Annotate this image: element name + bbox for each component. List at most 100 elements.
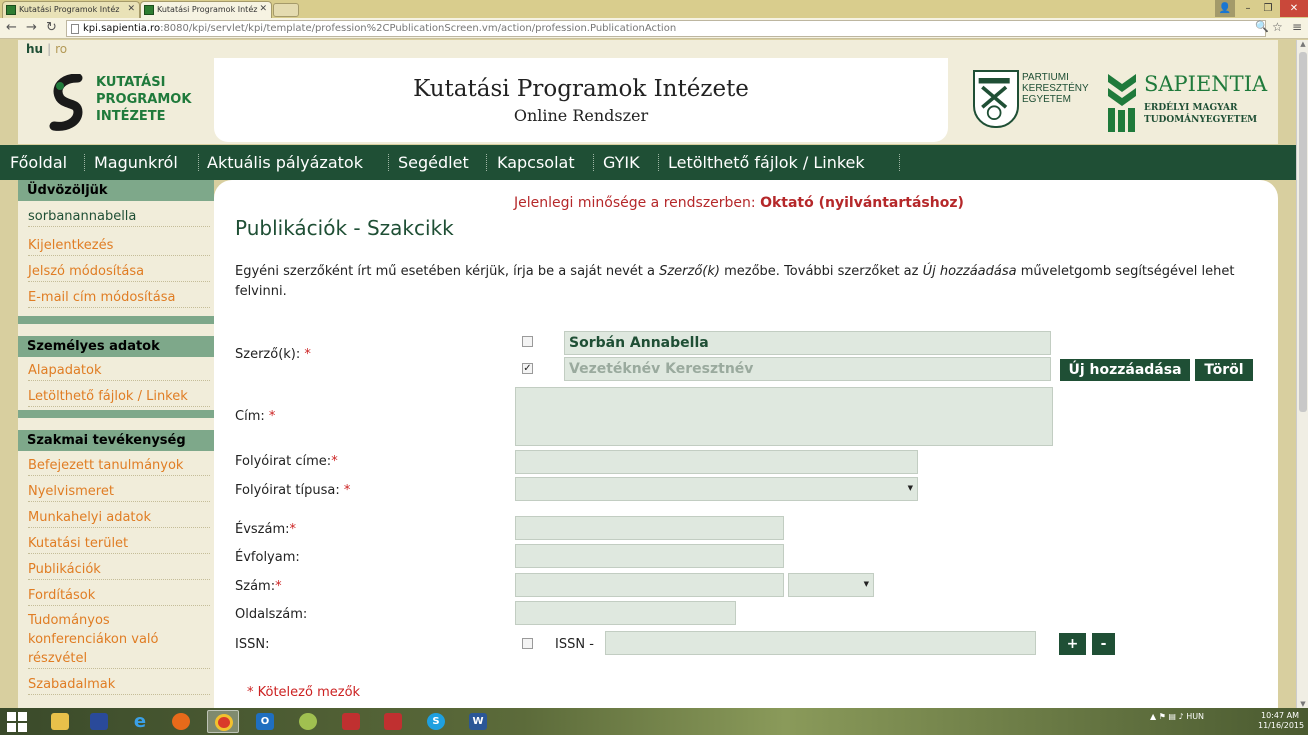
nav-gyik[interactable]: GYIK <box>603 145 640 180</box>
close-tab-icon[interactable]: ✕ <box>259 2 267 17</box>
journal-type-select[interactable]: ▼ <box>515 477 918 501</box>
sidebar-item-conferences[interactable]: Tudományos konferenciákon való részvétel <box>28 611 210 669</box>
nav-magunkrol[interactable]: Magunkról <box>94 145 178 180</box>
sidebar-item-alapadatok[interactable]: Alapadatok <box>28 361 210 381</box>
partium-logo[interactable]: PARTIUMI KERESZTÉNY EGYETEM <box>973 68 1093 138</box>
windows-taskbar: e O S W ▲ ⚑ ▤ ♪ HUN 10:47 AM 11/16/2015 <box>0 708 1308 735</box>
issn-input[interactable] <box>605 631 1036 655</box>
scroll-up-icon[interactable]: ▲ <box>1297 40 1308 48</box>
bookmark-star-icon[interactable]: ☆ <box>1272 20 1283 34</box>
journal-title-input[interactable] <box>515 450 918 474</box>
address-bar[interactable]: kpi.sapientia.ro:8080/kpi/servlet/kpi/te… <box>66 20 1266 37</box>
number-select[interactable]: ▼ <box>788 573 874 597</box>
kpi-logo-line: KUTATÁSI <box>96 75 166 90</box>
add-author-button[interactable]: Új hozzáadása <box>1060 359 1190 381</box>
sidebar-item-translations[interactable]: Fordítások <box>28 586 210 606</box>
lang-ro-link[interactable]: ro <box>55 42 67 56</box>
dropdown-arrow-icon: ▼ <box>907 484 913 492</box>
sidebar-item-patents[interactable]: Szabadalmak <box>28 675 210 695</box>
sidebar-welcome-heading: Üdvözöljük <box>18 180 214 201</box>
page-scrollbar[interactable]: ▲ ▼ <box>1296 40 1308 708</box>
nav-aktualis-palyazatok[interactable]: Aktuális pályázatok <box>207 145 363 180</box>
sidebar-item-research-area[interactable]: Kutatási terület <box>28 534 210 554</box>
forward-arrow-icon[interactable]: → <box>26 20 37 35</box>
author-1-field[interactable]: Sorbán Annabella <box>564 331 1051 355</box>
taskbar-clock[interactable]: 10:47 AM 11/16/2015 <box>1258 711 1305 731</box>
tray-language[interactable]: HUN <box>1186 712 1204 721</box>
title-textarea[interactable] <box>515 387 1053 446</box>
delete-author-button[interactable]: Töröl <box>1195 359 1253 381</box>
sapientia-logo[interactable]: SAPIENTIA ERDÉLYI MAGYAR TUDOMÁNYEGYETEM <box>1106 70 1271 136</box>
tray-arrow-icon[interactable]: ▲ <box>1150 712 1156 721</box>
firefox-icon[interactable] <box>165 710 197 733</box>
new-tab-button[interactable] <box>273 3 299 17</box>
reload-icon[interactable]: ↻ <box>46 20 57 35</box>
chrome-icon[interactable] <box>207 710 239 733</box>
sapientia-subtitle-line: ERDÉLYI MAGYAR <box>1144 103 1238 113</box>
issn-checkbox[interactable] <box>522 638 533 649</box>
page-icon <box>71 24 79 34</box>
back-arrow-icon[interactable]: ← <box>6 20 17 35</box>
sidebar-item-languages[interactable]: Nyelvismeret <box>28 482 210 502</box>
intro-part: Egyéni szerzőként írt mű esetében kérjük… <box>235 264 660 279</box>
save-disk-icon[interactable] <box>83 710 115 733</box>
sapientia-mark-icon <box>1108 74 1136 132</box>
close-tab-icon[interactable]: ✕ <box>127 2 135 17</box>
site-subtitle: Online Rendszer <box>513 106 649 125</box>
browser-tab-2[interactable]: Kutatási Programok Intéz ✕ <box>140 1 272 18</box>
nav-fooldal[interactable]: Főoldal <box>10 145 67 180</box>
sidebar-item-change-password[interactable]: Jelszó módosítása <box>28 262 210 282</box>
paint-icon[interactable] <box>292 710 324 733</box>
spss-viewer-icon[interactable] <box>377 710 409 733</box>
site-title: Kutatási Programok Intézete <box>413 76 749 102</box>
remove-issn-button[interactable]: - <box>1092 633 1115 655</box>
sidebar-item-change-email[interactable]: E-mail cím módosítása <box>28 288 210 308</box>
author-2-field[interactable]: Vezetéknév Keresztnév <box>564 357 1051 381</box>
restore-icon[interactable]: ❐ <box>1258 0 1278 17</box>
sidebar-divider <box>18 316 214 324</box>
skype-icon[interactable]: S <box>420 710 452 733</box>
nav-kapcsolat[interactable]: Kapcsolat <box>497 145 575 180</box>
zoom-icon[interactable]: 🔍 <box>1255 20 1269 33</box>
url-path: :8080/kpi/servlet/kpi/template/professio… <box>160 23 677 34</box>
author-2-checkbox[interactable]: ✓ <box>522 363 533 374</box>
number-input[interactable] <box>515 573 784 597</box>
sidebar-item-files-links[interactable]: Letölthető fájlok / Linkek <box>28 387 210 407</box>
add-issn-button[interactable]: + <box>1059 633 1086 655</box>
minimize-icon[interactable]: – <box>1238 0 1258 17</box>
nav-segedlet[interactable]: Segédlet <box>398 145 469 180</box>
sidebar-item-publications[interactable]: Publikációk <box>28 560 210 580</box>
spss-icon[interactable] <box>335 710 367 733</box>
menu-icon[interactable]: ≡ <box>1292 20 1302 34</box>
sidebar-item-logout[interactable]: Kijelentkezés <box>28 236 210 256</box>
tab-label: Kutatási Programok Intéz <box>19 5 120 14</box>
word-icon[interactable]: W <box>462 710 494 733</box>
author-1-checkbox[interactable] <box>522 336 533 347</box>
network-icon[interactable]: ▤ <box>1168 712 1176 721</box>
sidebar-item-studies[interactable]: Befejezett tanulmányok <box>28 456 210 476</box>
windows-start-icon[interactable] <box>7 712 27 732</box>
issn-label: ISSN: <box>235 637 269 652</box>
page-viewport: hu | ro KUTATÁSI PROGRAMOK INTÉZETE Kutatá… <box>0 40 1308 708</box>
scroll-down-icon[interactable]: ▼ <box>1297 700 1308 708</box>
kpi-logo[interactable]: KUTATÁSI PROGRAMOK INTÉZETE <box>48 70 208 136</box>
volume-icon[interactable]: ♪ <box>1179 712 1184 721</box>
close-window-icon[interactable]: ✕ <box>1280 0 1308 17</box>
flag-icon[interactable]: ⚑ <box>1159 712 1166 721</box>
browser-tab-1[interactable]: Kutatási Programok Intéz ✕ <box>2 1 140 18</box>
volume-input[interactable] <box>515 544 784 568</box>
scrollbar-thumb[interactable] <box>1299 52 1307 412</box>
sidebar-item-workplace[interactable]: Munkahelyi adatok <box>28 508 210 528</box>
file-explorer-icon[interactable] <box>44 710 76 733</box>
required-asterisk: * <box>268 409 276 424</box>
user-profile-icon[interactable]: 👤 <box>1215 0 1235 17</box>
title-label-text: Cím: <box>235 409 265 424</box>
outlook-icon[interactable]: O <box>249 710 281 733</box>
year-input[interactable] <box>515 516 784 540</box>
pages-input[interactable] <box>515 601 736 625</box>
internet-explorer-icon[interactable]: e <box>124 710 156 733</box>
lang-hu-link[interactable]: hu <box>26 42 43 56</box>
nav-letoltheto-fajlok[interactable]: Letölthető fájlok / Linkek <box>668 145 865 180</box>
required-asterisk: * <box>289 522 297 537</box>
clock-date: 11/16/2015 <box>1258 721 1305 730</box>
